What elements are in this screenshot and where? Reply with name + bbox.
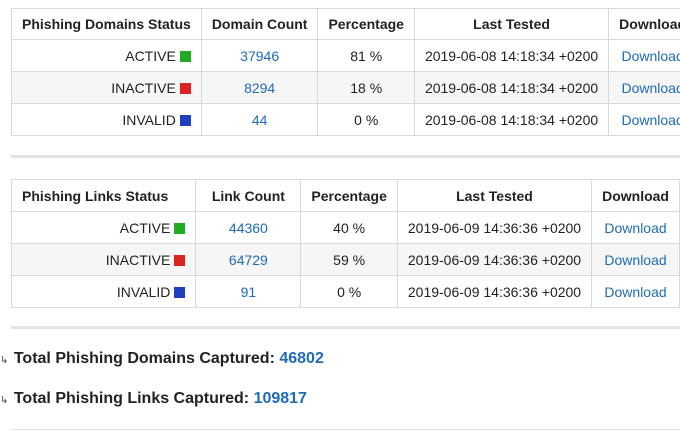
domains-status-table: Phishing Domains Status Domain Count Per… (11, 8, 680, 136)
status-label: INACTIVE (111, 79, 176, 96)
links-status-table: Phishing Links Status Link Count Percent… (10, 179, 680, 308)
last-tested-cell: 2019-06-08 14:18:34 +0200 (413, 103, 610, 136)
total-links-label: Total Phishing Links Captured: (13, 390, 250, 407)
column-header: Phishing Domains Status (11, 8, 202, 40)
count-cell: 44360 (195, 211, 302, 244)
domain-count-link[interactable]: 37946 (240, 48, 279, 64)
total-links-captured: ↳ Total Phishing Links Captured: 109817 (0, 390, 307, 408)
download-link[interactable]: Download (621, 80, 680, 96)
total-links-value[interactable]: 109817 (254, 390, 307, 407)
green-square-icon (179, 50, 191, 62)
status-label: ACTIVE (119, 219, 171, 236)
link-count-link[interactable]: 64729 (229, 252, 268, 268)
count-cell: 64729 (195, 243, 302, 276)
domain-count-link[interactable]: 8294 (244, 80, 275, 96)
status-label: INVALID (116, 283, 171, 300)
download-cell: Download (591, 211, 680, 244)
table-row: INACTIVE 8294 18 % 2019-06-08 14:18:34 +… (11, 71, 680, 104)
download-link[interactable]: Download (604, 284, 666, 300)
download-link[interactable]: Download (621, 112, 680, 128)
red-square-icon (174, 254, 186, 266)
table-row: INACTIVE 64729 59 % 2019-06-09 14:36:36 … (10, 243, 680, 276)
link-count-link[interactable]: 91 (241, 284, 257, 300)
status-cell: INVALID (10, 275, 197, 308)
table-row: ACTIVE 37946 81 % 2019-06-08 14:18:34 +0… (11, 39, 680, 72)
column-header: Phishing Links Status (10, 179, 197, 212)
download-cell: Download (608, 71, 680, 104)
count-cell: 91 (195, 275, 302, 308)
last-tested-cell: 2019-06-08 14:18:34 +0200 (413, 71, 610, 104)
status-cell: ACTIVE (11, 39, 202, 72)
download-link[interactable]: Download (621, 48, 680, 64)
section-divider (11, 326, 680, 329)
column-header: Percentage (317, 8, 415, 40)
count-cell: 37946 (200, 39, 319, 72)
download-link[interactable]: Download (604, 252, 666, 268)
percentage-cell: 40 % (300, 211, 398, 244)
download-cell: Download (591, 275, 680, 308)
percentage-cell: 59 % (300, 243, 398, 276)
column-header: Last Tested (413, 8, 610, 40)
bullet-icon: ↳ (0, 395, 9, 406)
status-label: INACTIVE (105, 251, 171, 268)
count-cell: 8294 (200, 71, 319, 104)
table-row: INVALID 44 0 % 2019-06-08 14:18:34 +0200… (11, 103, 680, 136)
bullet-icon: ↳ (0, 355, 9, 366)
blue-square-icon (179, 114, 191, 126)
green-square-icon (174, 222, 186, 234)
percentage-cell: 0 % (317, 103, 415, 136)
last-tested-cell: 2019-06-08 14:18:34 +0200 (413, 39, 610, 72)
red-square-icon (179, 82, 191, 94)
column-header: Download (591, 179, 680, 212)
total-domains-captured: ↳ Total Phishing Domains Captured: 46802 (0, 350, 324, 368)
total-domains-value[interactable]: 46802 (279, 350, 324, 367)
table-row: ACTIVE 44360 40 % 2019-06-09 14:36:36 +0… (10, 211, 680, 244)
domain-count-link[interactable]: 44 (252, 112, 268, 128)
status-label: ACTIVE (125, 47, 176, 64)
last-tested-cell: 2019-06-09 14:36:36 +0200 (396, 243, 593, 276)
link-count-link[interactable]: 44360 (229, 220, 268, 236)
blue-square-icon (174, 286, 186, 298)
bottom-divider (11, 429, 680, 430)
download-cell: Download (608, 103, 680, 136)
column-header: Link Count (195, 179, 302, 212)
status-label: INVALID (122, 111, 176, 128)
table-row: INVALID 91 0 % 2019-06-09 14:36:36 +0200… (10, 275, 680, 308)
download-link[interactable]: Download (604, 220, 666, 236)
status-cell: INACTIVE (10, 243, 197, 276)
table-header-row: Phishing Domains Status Domain Count Per… (11, 8, 680, 40)
status-cell: INVALID (11, 103, 202, 136)
percentage-cell: 81 % (317, 39, 415, 72)
download-cell: Download (608, 39, 680, 72)
table-header-row: Phishing Links Status Link Count Percent… (10, 179, 680, 212)
status-cell: INACTIVE (11, 71, 202, 104)
section-divider (11, 155, 680, 158)
total-domains-label: Total Phishing Domains Captured: (13, 350, 275, 367)
column-header: Percentage (300, 179, 398, 212)
download-cell: Download (591, 243, 680, 276)
count-cell: 44 (200, 103, 319, 136)
percentage-cell: 0 % (300, 275, 398, 308)
last-tested-cell: 2019-06-09 14:36:36 +0200 (396, 275, 593, 308)
last-tested-cell: 2019-06-09 14:36:36 +0200 (396, 211, 593, 244)
column-header: Download (608, 8, 680, 40)
percentage-cell: 18 % (317, 71, 415, 104)
column-header: Last Tested (396, 179, 593, 212)
column-header: Domain Count (200, 8, 319, 40)
status-cell: ACTIVE (10, 211, 197, 244)
